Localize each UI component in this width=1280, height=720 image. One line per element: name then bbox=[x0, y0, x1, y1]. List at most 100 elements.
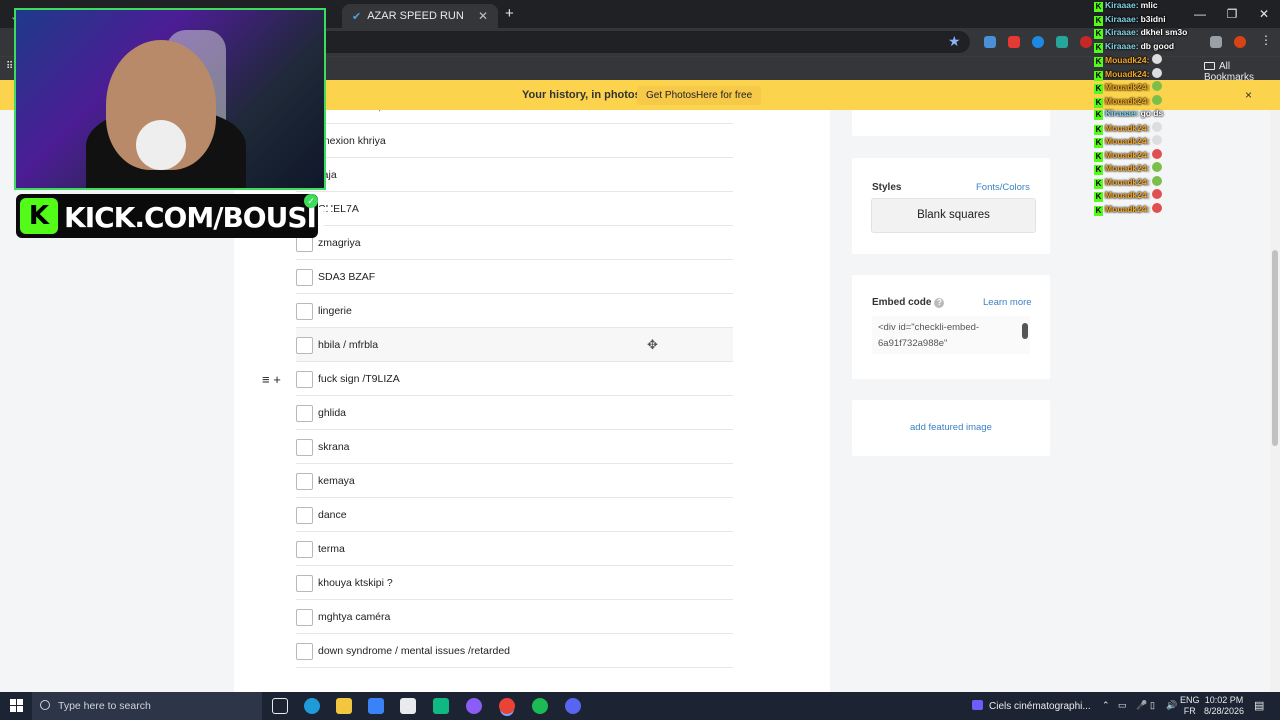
checklist-item[interactable]: mghtya caméra bbox=[296, 600, 733, 634]
checklist-item-label[interactable]: fuck sign /T9LIZA bbox=[318, 373, 400, 385]
checklist-item[interactable]: hbila / mfrbla bbox=[296, 328, 733, 362]
checklist-item-label[interactable]: khouya ktskipi ? bbox=[318, 577, 393, 589]
volume-icon[interactable]: 🔊 bbox=[1166, 700, 1177, 720]
checklist-item[interactable]: fuck sign /T9LIZA bbox=[296, 362, 733, 396]
close-window-icon[interactable]: ✕ bbox=[1248, 0, 1280, 28]
close-tab-icon[interactable]: ✕ bbox=[478, 9, 488, 23]
get-photos-button[interactable]: Get PhotosHere for free bbox=[637, 86, 762, 105]
checklist-item[interactable]: down syndrome / mental issues /retarded bbox=[296, 634, 733, 668]
checklist-item-label[interactable]: skrana bbox=[318, 441, 350, 453]
chrome-icon[interactable] bbox=[499, 698, 515, 714]
checklist-item[interactable]: skrana bbox=[296, 430, 733, 464]
checklist-item[interactable]: CHEL7A bbox=[296, 192, 733, 226]
store-icon[interactable] bbox=[368, 698, 384, 714]
verified-badge-icon: ✓ bbox=[304, 194, 318, 208]
checklist-item[interactable]: lingerie bbox=[296, 294, 733, 328]
checkbox[interactable] bbox=[296, 439, 313, 456]
checklist-item-label[interactable]: lingerie bbox=[318, 305, 352, 317]
checklist-item-label[interactable]: terma bbox=[318, 543, 345, 555]
extension-icon[interactable] bbox=[1032, 36, 1044, 48]
checkbox[interactable] bbox=[296, 371, 313, 388]
checklist-item-label[interactable]: kemaya bbox=[318, 475, 355, 487]
checklist-item-label[interactable]: down syndrome / mental issues /retarded bbox=[318, 645, 510, 657]
restore-icon[interactable]: ❐ bbox=[1216, 0, 1248, 28]
learn-more-link[interactable]: Learn more bbox=[983, 297, 1032, 308]
close-promo-icon[interactable]: × bbox=[1245, 88, 1252, 102]
checkbox[interactable] bbox=[296, 303, 313, 320]
app-icon[interactable] bbox=[433, 698, 449, 714]
blank-squares-button[interactable]: Blank squares bbox=[871, 198, 1036, 233]
checkbox[interactable] bbox=[296, 507, 313, 524]
checkbox[interactable] bbox=[296, 541, 313, 558]
checklist-item-label[interactable]: khssar lhdra , sban bbox=[318, 110, 407, 113]
checkbox[interactable] bbox=[296, 473, 313, 490]
checkbox[interactable] bbox=[296, 269, 313, 286]
notification-icon[interactable]: ▤ bbox=[1254, 699, 1264, 720]
spotify-icon[interactable] bbox=[532, 698, 548, 714]
apps-grid-icon[interactable]: ⠿ bbox=[6, 61, 13, 72]
emote-icon bbox=[1152, 148, 1163, 159]
reading-list-icon[interactable] bbox=[1210, 36, 1222, 48]
fonts-colors-link[interactable]: Fonts/Colors bbox=[976, 182, 1030, 193]
clock[interactable]: 10:02 PM 8/28/2026 bbox=[1204, 695, 1244, 720]
microphone-icon[interactable]: 🎤 bbox=[1136, 700, 1147, 720]
help-icon[interactable]: ? bbox=[934, 298, 945, 308]
checklist-item[interactable]: dance bbox=[296, 498, 733, 532]
checklist-item[interactable]: SDA3 BZAF bbox=[296, 260, 733, 294]
checklist-item-label[interactable]: dance bbox=[318, 509, 347, 521]
extension-icon[interactable] bbox=[1008, 36, 1020, 48]
checklist-item[interactable]: zmagriya bbox=[296, 226, 733, 260]
checklist-item[interactable]: khssar lhdra , sban bbox=[296, 110, 733, 124]
task-view-icon[interactable] bbox=[272, 698, 288, 714]
kebab-menu-icon[interactable]: ⋮ bbox=[1260, 33, 1272, 47]
tray-chevron-icon[interactable]: ⌃ bbox=[1102, 700, 1110, 720]
checklist-item-label[interactable]: SDA3 BZAF bbox=[318, 271, 375, 283]
profile-avatar[interactable] bbox=[1234, 36, 1246, 48]
checklist-item-label[interactable]: hbila / mfrbla bbox=[318, 339, 378, 351]
checklist-item[interactable]: kemaya bbox=[296, 464, 733, 498]
checklist-item[interactable]: terma bbox=[296, 532, 733, 566]
embed-scrollbar[interactable] bbox=[1022, 323, 1028, 339]
app-icon[interactable] bbox=[466, 698, 482, 714]
checklist-item[interactable]: nnexion khriya bbox=[296, 124, 733, 158]
new-tab-button[interactable]: + bbox=[505, 5, 514, 22]
sidebar-top-card bbox=[852, 110, 1050, 136]
page-scrollbar[interactable] bbox=[1270, 110, 1280, 692]
file-explorer-icon[interactable] bbox=[336, 698, 352, 714]
checklist-item-label[interactable]: zmagriya bbox=[318, 237, 361, 249]
checklist-item-label[interactable]: nnexion khriya bbox=[318, 135, 386, 147]
checkbox[interactable] bbox=[296, 337, 313, 354]
row-hover-handles[interactable]: ≡ + bbox=[262, 372, 281, 387]
taskbar-search[interactable]: Type here to search bbox=[32, 692, 262, 720]
scrollbar-thumb[interactable] bbox=[1272, 250, 1278, 446]
minimize-icon[interactable]: — bbox=[1184, 0, 1216, 28]
search-icon bbox=[40, 700, 50, 710]
media-widget[interactable]: Ciels cinématographi... bbox=[972, 700, 1091, 712]
embed-code-textarea[interactable]: <div id="checkli-embed- 6a91f732a988e" bbox=[872, 316, 1030, 354]
battery-icon[interactable]: ▯ bbox=[1150, 700, 1155, 720]
edge-icon[interactable] bbox=[304, 698, 320, 714]
address-bar[interactable]: s bbox=[300, 31, 970, 53]
network-icon[interactable]: ▭ bbox=[1118, 700, 1127, 720]
kick-badge-icon: K bbox=[1094, 57, 1103, 67]
kick-badge-icon: K bbox=[1094, 178, 1103, 189]
checklist-item-label[interactable]: ghlida bbox=[318, 407, 346, 419]
checkbox[interactable] bbox=[296, 405, 313, 422]
checklist-item[interactable]: khouya ktskipi ? bbox=[296, 566, 733, 600]
checkbox[interactable] bbox=[296, 609, 313, 626]
tab-azar-speed-run[interactable]: ✔ AZAR SPEED RUN ✕ bbox=[342, 4, 498, 28]
checkbox[interactable] bbox=[296, 575, 313, 592]
checklist-item-label[interactable]: mghtya caméra bbox=[318, 611, 390, 623]
add-featured-image-link[interactable]: add featured image bbox=[910, 422, 992, 433]
discord-icon[interactable] bbox=[565, 698, 581, 714]
windows-start-icon[interactable] bbox=[10, 699, 23, 712]
bookmark-star-icon[interactable]: ★ bbox=[948, 33, 961, 50]
extension-icon[interactable] bbox=[984, 36, 996, 48]
checklist-item[interactable]: ilaja bbox=[296, 158, 733, 192]
extension-icon[interactable] bbox=[1080, 36, 1092, 48]
language-indicator[interactable]: ENG FR bbox=[1180, 695, 1200, 720]
extension-icon[interactable] bbox=[1056, 36, 1068, 48]
checkbox[interactable] bbox=[296, 643, 313, 660]
checklist-item[interactable]: ghlida bbox=[296, 396, 733, 430]
mail-icon[interactable] bbox=[400, 698, 416, 714]
